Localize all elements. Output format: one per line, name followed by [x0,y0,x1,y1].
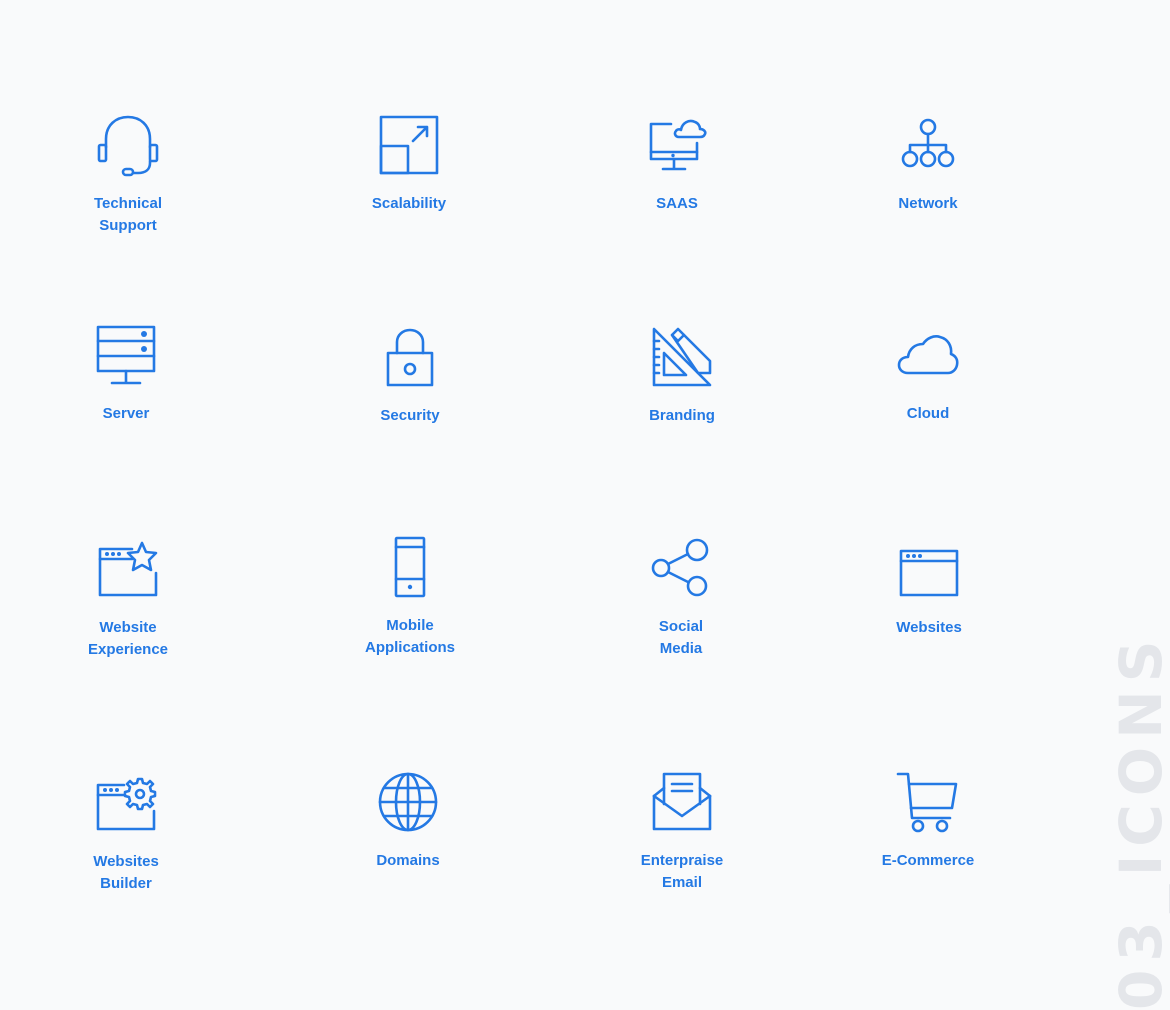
icon-e-commerce: E-Commerce [838,770,1018,872]
icon-label: Branding [649,407,715,424]
browser-window-icon [899,549,959,597]
server-icon [96,325,156,385]
icon-technical-support: Technical Support [38,113,218,237]
monitor-cloud-icon [649,119,707,171]
network-tree-icon [901,118,955,168]
icon-label: Websites [896,619,962,636]
icon-label: Technical Support [93,195,163,234]
icon-label: Mobile Applications [364,617,455,656]
expand-arrow-icon [379,115,439,175]
icon-label: Cloud [906,405,950,422]
icon-label: Network [898,195,958,212]
icon-label: Website Experience [87,619,169,658]
icon-label: Domains [376,852,440,869]
icon-security: Security [320,325,500,427]
envelope-open-icon [652,772,712,831]
icon-enterprise-email: Enterpraise Email [592,770,772,894]
cloud-icon [897,335,959,375]
icon-server: Server [36,323,216,425]
icon-mobile-applications: Mobile Applications [320,535,500,659]
icon-label: Scalability [371,195,447,212]
globe-icon [378,772,438,832]
smartphone-icon [394,536,426,598]
browser-star-icon [98,541,158,597]
icon-websites: Websites [839,537,1019,639]
icon-domains: Domains [318,770,498,872]
padlock-icon [386,328,434,387]
icon-network: Network [838,113,1018,215]
icon-branding: Branding [592,325,772,427]
icon-cloud: Cloud [838,323,1018,425]
icon-websites-builder: Websites Builder [36,771,216,895]
icon-label: Security [380,407,440,424]
share-icon [651,538,709,597]
icon-label: E-Commerce [881,852,975,869]
icon-label: Websites Builder [93,853,159,892]
icon-label: SAAS [656,195,698,212]
ruler-triangle-pencil-icon [652,327,712,387]
icon-scalability: Scalability [319,113,499,215]
icon-label: Enterpraise Email [640,852,724,891]
icon-label: Server [102,405,150,422]
icon-label: Social Media [658,618,704,657]
watermark-text: 03_ICONS [1107,632,1170,1010]
icon-social-media: Social Media [591,536,771,660]
shopping-cart-icon [896,772,958,833]
browser-gear-icon [96,777,157,831]
icon-website-experience: Website Experience [38,537,218,661]
icon-saas: SAAS [587,113,767,215]
headset-icon [97,115,159,177]
